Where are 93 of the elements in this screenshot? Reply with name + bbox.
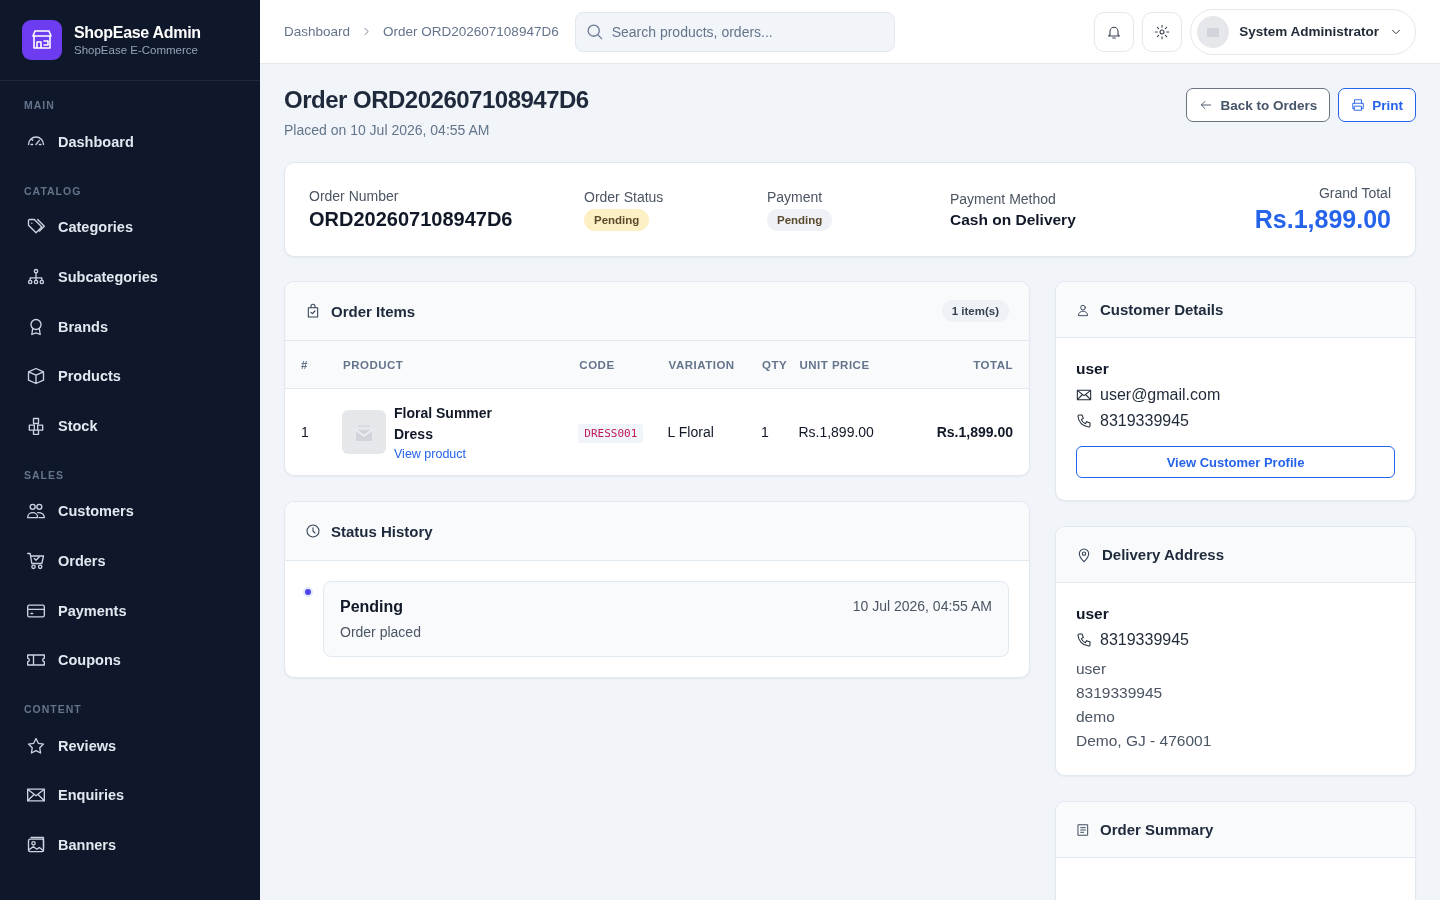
print-button[interactable]: Print: [1338, 88, 1416, 122]
boxes-icon: [26, 415, 46, 436]
user-menu-button[interactable]: System Administrator: [1190, 8, 1416, 55]
sidebar-item[interactable]: Categories: [0, 202, 260, 253]
shopping-bag-icon: [305, 303, 321, 319]
view-customer-profile-button[interactable]: View Customer Profile: [1076, 446, 1395, 478]
recipient-phone: 8319339945: [1100, 631, 1189, 649]
sidebar-item[interactable]: Orders: [0, 536, 260, 586]
printer-icon: [1351, 98, 1366, 112]
section-heading: MAIN: [23, 98, 56, 113]
brand-subtitle: ShopEase E-Commerce: [74, 44, 199, 56]
breadcrumb-link[interactable]: Dashboard: [284, 24, 351, 39]
history-status: Pending: [340, 598, 405, 616]
envelope-icon: [1076, 387, 1092, 403]
column-header: #: [285, 341, 342, 389]
sidebar-item[interactable]: Dashboard: [0, 117, 260, 167]
summary-label: Grand Total: [1317, 185, 1391, 201]
sidebar-item[interactable]: Products: [0, 351, 260, 401]
address-line: 8319339945: [1076, 683, 1164, 703]
arrow-left-icon: [1199, 98, 1214, 112]
customer-name: user: [1076, 360, 1110, 378]
section-heading: CONTENT: [23, 701, 83, 717]
recipient-name: user: [1076, 605, 1110, 623]
column-header: UNIT PRICE: [798, 341, 903, 389]
timeline-dot: [305, 589, 311, 595]
customer-phone: 8319339945: [1100, 412, 1189, 430]
phone-icon: [1076, 632, 1092, 648]
summary-value: Cash on Delivery: [950, 210, 1077, 229]
product-name: Floral Summer Dress: [394, 404, 494, 444]
column-header: CODE: [578, 341, 668, 389]
customer-email: user@gmail.com: [1100, 386, 1221, 404]
sidebar-item[interactable]: Enquiries: [0, 770, 260, 821]
summary-value: ORD202607108947D6: [309, 208, 514, 231]
star-icon: [26, 735, 46, 756]
hierarchy-icon: [26, 267, 46, 287]
column-header: TOTAL: [902, 341, 1029, 389]
card-title: Order Summary: [1100, 821, 1214, 838]
address-line: demo: [1076, 707, 1116, 727]
card-title: Status History: [331, 522, 433, 540]
column-header: QTY: [761, 341, 799, 389]
table-cell: L Floral: [667, 388, 762, 475]
history-note: Order placed: [340, 624, 421, 640]
address-line: Demo, GJ - 476001: [1076, 731, 1213, 751]
section-heading: CATALOG: [23, 183, 83, 199]
back-button[interactable]: Back to Orders: [1186, 88, 1331, 122]
sidebar-item[interactable]: Coupons: [0, 635, 260, 685]
breadcrumb-link[interactable]: Order ORD202607108947D6: [383, 24, 559, 39]
notifications-button[interactable]: [1094, 11, 1135, 52]
address-line: user: [1076, 659, 1108, 679]
store-logo-icon: [22, 20, 62, 60]
sidebar-item[interactable]: Banners: [0, 820, 260, 870]
summary-label: Payment Method: [950, 190, 1057, 207]
grand-total-value: Rs.1,899.00: [1254, 205, 1391, 234]
table-cell: 1: [761, 388, 799, 475]
table-cell: 1: [285, 388, 342, 475]
table-cell: Rs.1,899.00: [902, 388, 1029, 475]
product-code: DRESS001: [578, 424, 644, 443]
summary-label: Order Status: [584, 188, 665, 205]
page-subtitle: Placed on 10 Jul 2026, 04:55 AM: [284, 122, 491, 138]
cart-icon: [26, 550, 46, 571]
sidebar-item[interactable]: Reviews: [0, 720, 260, 771]
summary-label: Payment: [767, 188, 824, 205]
clock-icon: [305, 523, 321, 539]
item-count: 1 item(s): [941, 300, 1009, 322]
settings-icon: [1154, 23, 1171, 40]
table-cell: Rs.1,899.00: [798, 388, 903, 475]
map-pin-icon: [1076, 546, 1092, 563]
brand-title: ShopEase Admin: [74, 24, 201, 42]
section-heading: SALES: [23, 467, 65, 483]
settings-button[interactable]: [1142, 11, 1183, 52]
search-field[interactable]: Search products, orders...: [574, 11, 895, 52]
sidebar-item[interactable]: Customers: [0, 486, 260, 537]
card-title: Delivery Address: [1102, 546, 1224, 563]
receipt-icon: [1076, 822, 1090, 837]
column-header: VARIATION: [667, 341, 762, 389]
user-icon: [1076, 302, 1090, 317]
sidebar-item[interactable]: Payments: [0, 585, 260, 636]
avatar-icon: [1197, 15, 1230, 48]
sidebar-item[interactable]: Subcategories: [0, 252, 260, 302]
status-badge: Pending: [767, 208, 833, 231]
phone-icon: [1076, 413, 1092, 429]
box-icon: [26, 366, 46, 387]
history-time: 10 Jul 2026, 04:55 AM: [852, 598, 992, 616]
status-badge: Pending: [584, 208, 650, 231]
card-title: Customer Details: [1100, 301, 1224, 318]
sidebar-item[interactable]: Stock: [0, 400, 260, 451]
sidebar-item[interactable]: Brands: [0, 301, 260, 352]
summary-label: Order Number: [309, 188, 400, 204]
card-title: Order Items: [331, 302, 416, 320]
view-product-link[interactable]: View product: [394, 447, 467, 461]
page-title: Order ORD202607108947D6: [284, 86, 589, 114]
column-header: PRODUCT: [342, 341, 579, 389]
image-icon: [26, 834, 46, 855]
